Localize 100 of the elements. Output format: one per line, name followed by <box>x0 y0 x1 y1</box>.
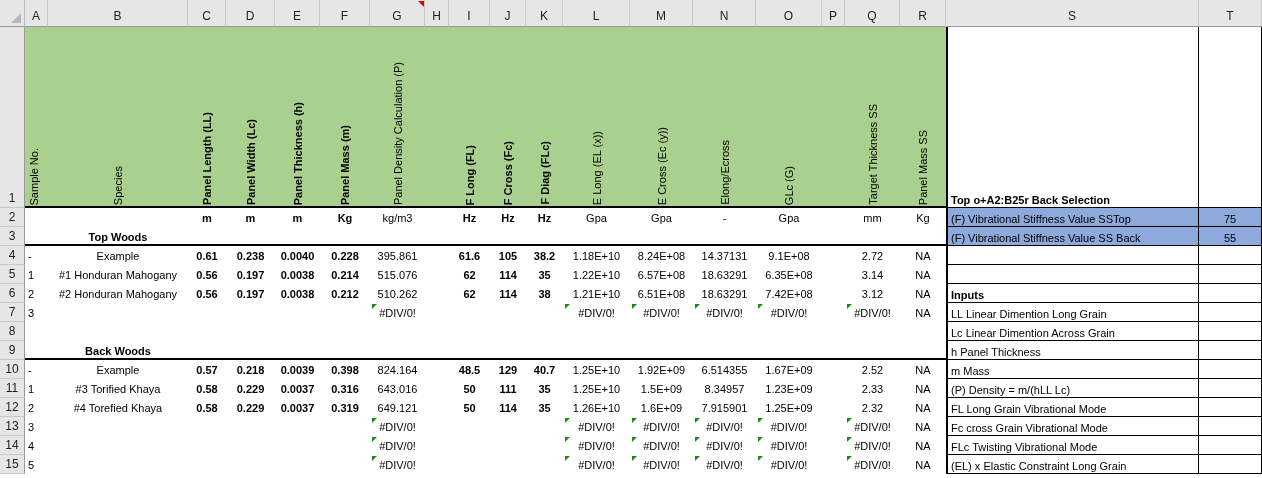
unit-label: Gpa <box>651 211 672 224</box>
column-header[interactable]: E <box>275 0 320 27</box>
column-header[interactable]: I <box>449 0 490 27</box>
section-title: Top Woods <box>88 230 148 243</box>
table-cell: - <box>28 249 32 262</box>
column-header[interactable]: N <box>693 0 756 27</box>
setting-label: (F) Vibrational Stiffness Value SSTop <box>946 208 1199 227</box>
table-cell: 1 <box>28 268 35 281</box>
table-cell: #2 Honduran Mahogany <box>59 287 177 300</box>
column-heading: Elong/Ecross <box>718 140 731 205</box>
row-header[interactable]: 6 <box>0 284 25 303</box>
row-header[interactable]: 3 <box>0 227 25 246</box>
table-cell: 114 <box>499 287 517 300</box>
row-header[interactable]: 9 <box>0 341 25 360</box>
table-cell: Example <box>96 363 140 376</box>
column-header[interactable]: J <box>490 0 526 27</box>
table-cell: 3 <box>28 420 35 433</box>
column-header[interactable]: F <box>320 0 370 27</box>
table-cell: 18.63291 <box>701 268 748 281</box>
table-cell: 1.25E+10 <box>572 363 621 376</box>
unit-label: Kg <box>916 211 930 224</box>
column-header[interactable]: L <box>563 0 630 27</box>
row-header[interactable]: 8 <box>0 322 25 341</box>
table-cell: 1.26E+10 <box>572 401 621 414</box>
table-cell: 0.0037 <box>280 382 315 395</box>
table-cell: 0.0040 <box>280 249 315 262</box>
table-cell: #DIV/0! <box>770 439 808 452</box>
column-header[interactable]: G <box>370 0 425 27</box>
table-cell: 40.7 <box>533 363 556 376</box>
table-cell: 1.23E+09 <box>765 382 813 395</box>
table-cell: 129 <box>498 363 518 376</box>
table-cell: 6.57E+08 <box>637 268 686 281</box>
table-cell: 0.0037 <box>280 401 315 414</box>
table-cell: #DIV/0! <box>578 306 615 319</box>
table-cell: #DIV/0! <box>706 439 743 452</box>
column-header[interactable]: M <box>630 0 693 27</box>
column-header[interactable]: A <box>25 0 48 27</box>
row-header[interactable]: 5 <box>0 265 25 284</box>
table-cell: 114 <box>499 401 517 414</box>
table-cell: 2.72 <box>861 249 884 262</box>
unit-label: Hz <box>501 211 515 224</box>
table-cell: 0.228 <box>331 249 359 262</box>
column-header[interactable]: Q <box>845 0 900 27</box>
input-description: h Panel Thickness <box>946 341 1199 360</box>
table-cell: 6.35E+08 <box>765 268 813 281</box>
row-header[interactable]: 15 <box>0 455 25 474</box>
table-cell: NA <box>915 306 931 319</box>
column-header[interactable]: P <box>822 0 845 27</box>
column-header[interactable]: T <box>1199 0 1262 27</box>
table-cell: 0.56 <box>196 268 218 281</box>
row-header[interactable]: 2 <box>0 208 25 227</box>
input-description: (EL) x Elastic Constraint Long Grain <box>946 455 1199 474</box>
row-header[interactable]: 12 <box>0 398 25 417</box>
table-cell: NA <box>915 363 931 376</box>
column-header[interactable]: S <box>946 0 1199 27</box>
table-cell: #DIV/0! <box>379 439 416 452</box>
table-cell: 9.1E+08 <box>768 249 810 262</box>
row-header[interactable]: 13 <box>0 417 25 436</box>
input-description: (P) Density = m/(hLL Lc) <box>946 379 1199 398</box>
setting-value: 75 <box>1199 208 1262 227</box>
input-description: m Mass <box>946 360 1199 379</box>
column-header[interactable]: C <box>188 0 226 27</box>
table-cell: 2 <box>28 287 35 300</box>
table-cell: 0.0038 <box>280 268 315 281</box>
column-header[interactable]: D <box>226 0 275 27</box>
column-header[interactable]: K <box>526 0 563 27</box>
table-cell: 3.12 <box>861 287 884 300</box>
table-cell: 0.212 <box>331 287 359 300</box>
table-cell: 643.016 <box>377 382 418 395</box>
table-cell: #DIV/0! <box>770 306 808 319</box>
row-header[interactable]: 7 <box>0 303 25 322</box>
unit-label: kg/m3 <box>382 211 413 224</box>
column-heading: F Cross (Fc) <box>502 140 514 205</box>
table-cell: NA <box>915 420 931 433</box>
table-cell: 824.164 <box>377 363 418 376</box>
table-cell: NA <box>915 249 931 262</box>
input-description: Fc cross Grain Vibrational Mode <box>946 417 1199 436</box>
column-header[interactable]: O <box>756 0 822 27</box>
table-cell: 18.63291 <box>701 287 748 300</box>
column-header[interactable]: B <box>48 0 188 27</box>
section-title: Back Woods <box>85 344 151 357</box>
table-cell: 1.6E+09 <box>640 401 683 414</box>
input-description: Lc Linear Dimention Across Grain <box>946 322 1199 341</box>
table-cell: 35 <box>538 268 551 281</box>
row-header[interactable]: 11 <box>0 379 25 398</box>
unit-label: - <box>722 211 727 224</box>
unit-label: Gpa <box>586 211 607 224</box>
table-cell: 1.21E+10 <box>572 287 621 300</box>
unit-label: Hz <box>537 211 552 224</box>
row-header[interactable]: 14 <box>0 436 25 455</box>
table-cell: 38.2 <box>533 249 556 262</box>
table-cell: 62 <box>463 287 476 300</box>
table-cell: #DIV/0! <box>854 306 891 319</box>
unit-label: m <box>245 211 256 224</box>
row-header[interactable]: 1 <box>0 27 25 208</box>
row-header[interactable]: 4 <box>0 246 25 265</box>
row-header[interactable]: 10 <box>0 360 25 379</box>
column-header[interactable]: H <box>425 0 449 27</box>
column-header[interactable]: R <box>900 0 946 27</box>
table-cell: 4 <box>28 439 35 452</box>
